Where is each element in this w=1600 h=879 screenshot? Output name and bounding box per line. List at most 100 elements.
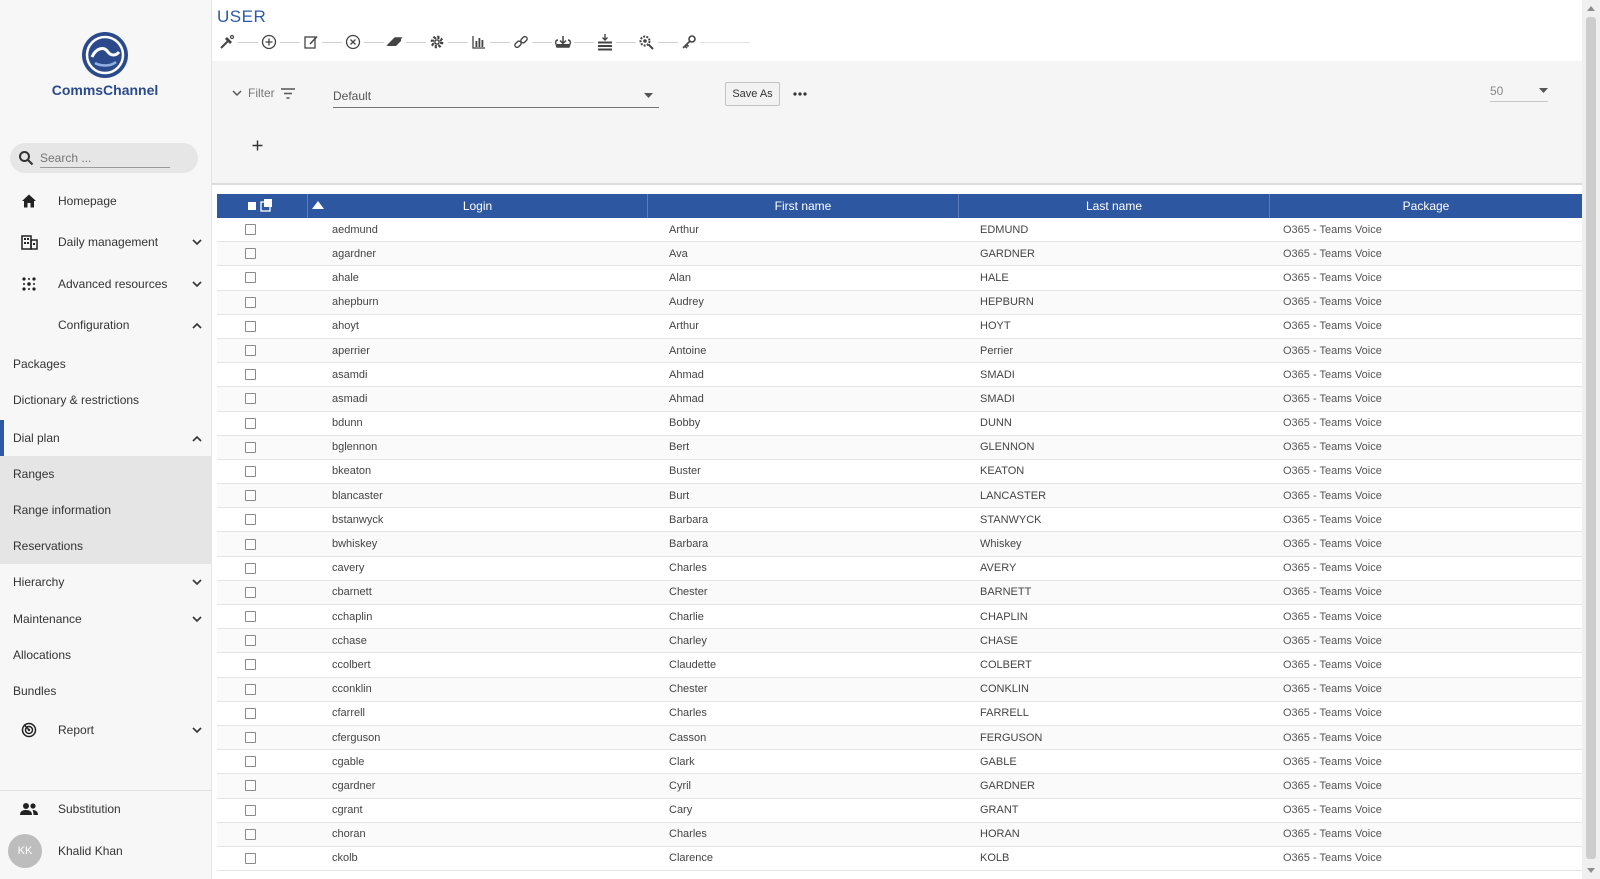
row-checkbox[interactable]: [245, 732, 256, 744]
row-checkbox[interactable]: [245, 538, 256, 550]
sidebar-item-bundles[interactable]: Bundles: [0, 673, 212, 709]
search-settings-icon[interactable]: [636, 32, 658, 52]
sidebar-item-range-information[interactable]: Range information: [0, 492, 212, 528]
delete-circle-icon[interactable]: [342, 32, 364, 52]
row-checkbox[interactable]: [245, 659, 256, 671]
sidebar-item-daily-management[interactable]: Daily management: [0, 224, 212, 260]
row-checkbox[interactable]: [245, 393, 256, 405]
column-header-last-name[interactable]: Last name: [959, 194, 1270, 218]
scroll-up-icon[interactable]: [1587, 6, 1595, 11]
table-row[interactable]: cgardner Cyril GARDNER O365 - Teams Voice: [217, 774, 1582, 799]
table-row[interactable]: blancaster Burt LANCASTER O365 - Teams Voic…: [217, 484, 1582, 509]
column-header-package[interactable]: Package: [1270, 194, 1582, 218]
sidebar-item-packages[interactable]: Packages: [0, 346, 212, 382]
column-header-first-name[interactable]: First name: [648, 194, 959, 218]
row-checkbox[interactable]: [245, 683, 256, 695]
sidebar-item-dictionary-restrictions[interactable]: Dictionary & restrictions: [0, 382, 212, 418]
more-options-icon[interactable]: [790, 83, 810, 105]
sidebar-item-substitution[interactable]: Substitution: [0, 790, 212, 828]
row-checkbox[interactable]: [245, 490, 256, 502]
table-row[interactable]: ahale Alan HALE O365 - Teams Voice: [217, 266, 1582, 291]
table-row[interactable]: asmadi Ahmad SMADI O365 - Teams Voice: [217, 387, 1582, 412]
row-checkbox[interactable]: [245, 562, 256, 574]
add-circle-icon[interactable]: [258, 32, 280, 52]
row-checkbox[interactable]: [245, 828, 256, 840]
link-icon[interactable]: [510, 32, 532, 52]
sidebar-item-maintenance[interactable]: Maintenance: [0, 601, 212, 637]
row-checkbox[interactable]: [245, 417, 256, 429]
sidebar-item-allocations[interactable]: Allocations: [0, 637, 212, 673]
row-checkbox[interactable]: [245, 441, 256, 453]
sidebar-item-hierarchy[interactable]: Hierarchy: [0, 564, 212, 600]
search-input[interactable]: [40, 148, 170, 168]
row-checkbox[interactable]: [245, 224, 256, 236]
sidebar-item-configuration[interactable]: Configuration: [0, 307, 212, 343]
row-checkbox[interactable]: [245, 272, 256, 284]
table-row[interactable]: cferguson Casson FERGUSON O365 - Teams Voic…: [217, 725, 1582, 751]
table-row[interactable]: aperrier Antoine Perrier O365 - Teams Voice: [217, 338, 1582, 364]
gear-icon[interactable]: [426, 32, 448, 52]
table-row[interactable]: ahoyt Arthur HOYT O365 - Teams Voice: [217, 314, 1582, 339]
stack-icon[interactable]: [594, 32, 616, 52]
table-row[interactable]: agardner Ava GARDNER O365 - Teams Voice: [217, 242, 1582, 267]
filter-toggle[interactable]: Filter: [232, 86, 295, 100]
row-checkbox[interactable]: [245, 345, 256, 357]
row-checkbox[interactable]: [245, 586, 256, 598]
bar-chart-icon[interactable]: [468, 32, 490, 52]
table-row[interactable]: aedmund Arthur EDMUND O365 - Teams Voice: [217, 218, 1582, 243]
row-checkbox[interactable]: [245, 780, 256, 792]
sidebar-item-advanced-resources[interactable]: Advanced resources: [0, 266, 212, 302]
filter-preset-select[interactable]: Default: [333, 84, 659, 108]
sidebar-item-reservations[interactable]: Reservations: [0, 528, 212, 564]
vertical-scrollbar[interactable]: [1582, 0, 1600, 879]
tools-icon[interactable]: [216, 32, 238, 52]
table-row[interactable]: choran Charles HORAN O365 - Teams Voice: [217, 822, 1582, 847]
table-row[interactable]: cfarrell Charles FARRELL O365 - Teams Voice: [217, 701, 1582, 726]
table-row[interactable]: cgrant Cary GRANT O365 - Teams Voice: [217, 798, 1582, 823]
row-checkbox[interactable]: [245, 514, 256, 526]
table-row[interactable]: ccolbert Claudette COLBERT O365 - Teams Voi…: [217, 653, 1582, 678]
column-header-login[interactable]: Login: [308, 194, 648, 218]
select-all-header[interactable]: [217, 194, 308, 218]
table-row[interactable]: ahepburn Audrey HEPBURN O365 - Teams Voice: [217, 290, 1582, 315]
row-checkbox[interactable]: [245, 248, 256, 260]
sidebar-item-ranges[interactable]: Ranges: [0, 456, 212, 492]
save-as-button[interactable]: Save As: [725, 82, 780, 106]
sort-ascending-icon[interactable]: [311, 200, 325, 210]
row-checkbox[interactable]: [245, 611, 256, 623]
row-checkbox[interactable]: [245, 369, 256, 381]
row-checkbox[interactable]: [245, 296, 256, 308]
table-row[interactable]: cconklin Chester CONKLIN O365 - Teams Voice: [217, 677, 1582, 702]
row-checkbox[interactable]: [245, 707, 256, 719]
sidebar-item-report[interactable]: Report: [0, 712, 212, 748]
app-logo[interactable]: CommsChannel: [40, 30, 170, 102]
table-row[interactable]: asamdi Ahmad SMADI O365 - Teams Voice: [217, 363, 1582, 388]
table-row[interactable]: bstanwyck Barbara STANWYCK O365 - Teams Voi…: [217, 508, 1582, 533]
row-checkbox[interactable]: [245, 320, 256, 332]
sidebar-search[interactable]: [10, 143, 198, 173]
table-row[interactable]: cbarnett Chester BARNETT O365 - Teams Voice: [217, 580, 1582, 605]
table-row[interactable]: bkeaton Buster KEATON O365 - Teams Voice: [217, 459, 1582, 485]
scroll-thumb[interactable]: [1586, 17, 1596, 859]
table-row[interactable]: cavery Charles AVERY O365 - Teams Voice: [217, 556, 1582, 581]
row-checkbox[interactable]: [245, 756, 256, 768]
row-checkbox[interactable]: [245, 465, 256, 477]
import-icon[interactable]: [552, 32, 574, 52]
row-checkbox[interactable]: [245, 804, 256, 816]
table-row[interactable]: cchase Charley CHASE O365 - Teams Voice: [217, 629, 1582, 654]
row-checkbox[interactable]: [245, 852, 256, 864]
sidebar-item-dial-plan[interactable]: Dial plan: [0, 420, 212, 456]
edit-icon[interactable]: [300, 32, 322, 52]
table-row[interactable]: bwhiskey Barbara Whiskey O365 - Teams Voice: [217, 532, 1582, 557]
scroll-down-icon[interactable]: [1587, 868, 1595, 873]
sidebar-item-homepage[interactable]: Homepage: [0, 183, 212, 219]
add-filter-button[interactable]: [248, 136, 266, 154]
row-checkbox[interactable]: [245, 635, 256, 647]
user-profile[interactable]: KK Khalid Khan: [0, 831, 212, 871]
select-all-icon[interactable]: [247, 198, 273, 215]
eraser-icon[interactable]: [384, 32, 406, 52]
table-row[interactable]: ckolb Clarence KOLB O365 - Teams Voice: [217, 846, 1582, 872]
page-size-select[interactable]: 50: [1490, 80, 1548, 102]
table-row[interactable]: bdunn Bobby DUNN O365 - Teams Voice: [217, 411, 1582, 436]
table-row[interactable]: bglennon Bert GLENNON O365 - Teams Voice: [217, 435, 1582, 460]
